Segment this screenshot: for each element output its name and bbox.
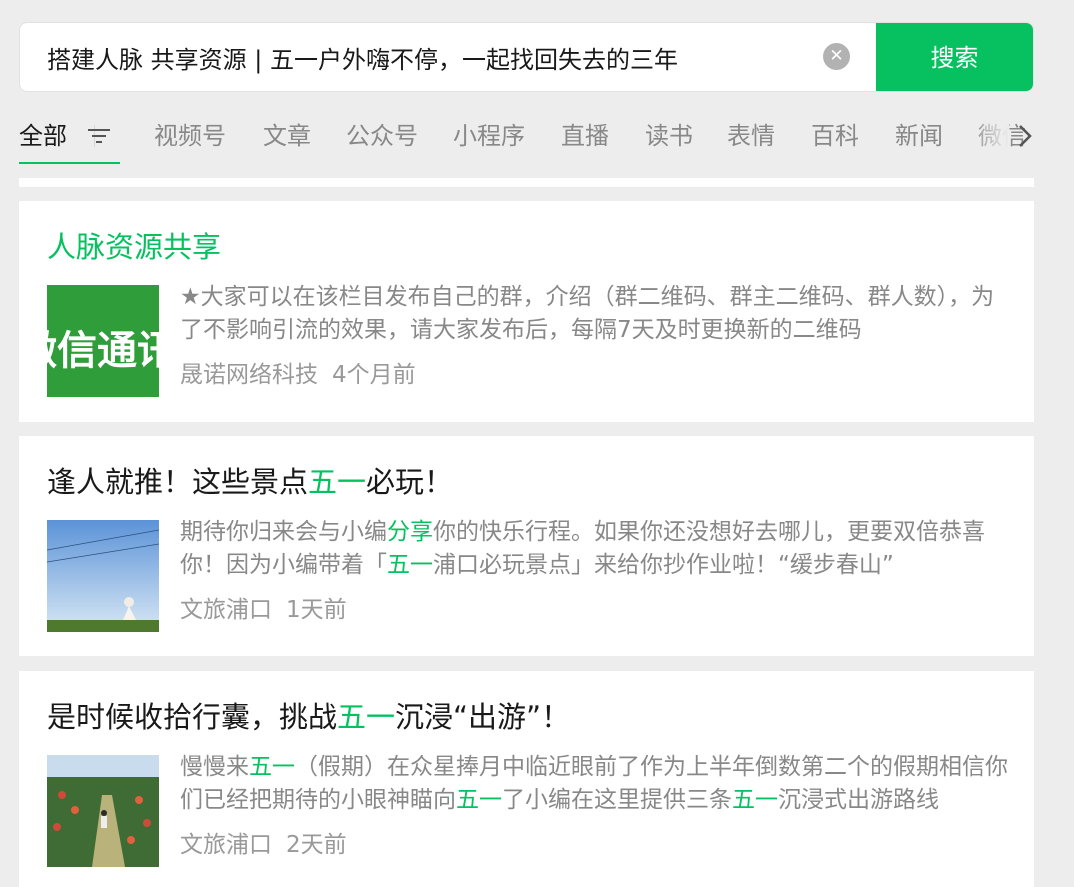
result-description: 期待你归来会与小编分享你的快乐行程。如果你还没想好去哪儿，更要双倍恭喜你！因为小…	[180, 519, 985, 578]
search-bar: ✕ 搜索	[19, 22, 1034, 92]
tab-official-accounts[interactable]: 公众号	[346, 118, 418, 154]
result-thumbnail	[47, 520, 159, 632]
tab-live[interactable]: 直播	[561, 118, 609, 154]
tab-books[interactable]: 读书	[645, 118, 693, 154]
tabs-fade	[969, 114, 1009, 164]
result-meta: 晟诺网络科技 4个月前	[180, 359, 416, 392]
tab-all[interactable]: 全部	[19, 118, 67, 154]
tab-channels[interactable]: 视频号	[154, 118, 226, 154]
result-title[interactable]: 人脉资源共享	[47, 227, 221, 267]
result-time: 4个月前	[332, 362, 416, 388]
result-description: ★大家可以在该栏目发布自己的群，介绍（群二维码、群主二维码、群人数），为了不影响…	[180, 284, 995, 343]
result-source[interactable]: 文旅浦口	[180, 832, 272, 858]
result-meta: 文旅浦口 2天前	[180, 829, 347, 862]
search-button[interactable]: 搜索	[876, 23, 1033, 91]
previous-result-card	[19, 178, 1034, 187]
result-time: 2天前	[286, 832, 347, 858]
result-card[interactable]: 人脉资源共享 微信通讯 ★大家可以在该栏目发布自己的群，介绍（群二维码、群主二维…	[19, 201, 1034, 422]
tab-articles[interactable]: 文章	[263, 118, 311, 154]
tab-encyclopedia[interactable]: 百科	[811, 118, 859, 154]
filter-icon[interactable]	[86, 124, 112, 148]
result-thumbnail: 微信通讯	[47, 285, 159, 397]
tab-news[interactable]: 新闻	[895, 118, 943, 154]
search-input[interactable]	[20, 23, 820, 91]
result-time: 1天前	[286, 597, 347, 623]
category-tabs: 全部 视频号 文章 公众号 小程序 直播 读书 表情 百科 新闻 微信	[19, 114, 1034, 164]
result-meta: 文旅浦口 1天前	[180, 594, 347, 627]
sky-photo-thumbnail	[47, 520, 159, 632]
tab-stickers[interactable]: 表情	[727, 118, 775, 154]
result-title[interactable]: 是时候收拾行囊，挑战五一沉浸“出游”！	[47, 697, 570, 737]
thumbnail-logo-text: 微信通讯	[47, 328, 159, 374]
clear-x-icon[interactable]: ✕	[823, 43, 850, 70]
result-source[interactable]: 晟诺网络科技	[180, 362, 318, 388]
result-thumbnail	[47, 755, 159, 867]
result-card[interactable]: 是时候收拾行囊，挑战五一沉浸“出游”！ 慢慢来五一（假期）在众星捧月中临近眼前了…	[19, 671, 1034, 887]
garden-photo-thumbnail	[47, 755, 159, 867]
tab-mini-programs[interactable]: 小程序	[453, 118, 525, 154]
result-title[interactable]: 逢人就推！这些景点五一必玩！	[47, 462, 453, 502]
tab-active-indicator	[19, 162, 120, 164]
search-header: ✕ 搜索 全部 视频号 文章 公众号 小程序 直播 读书 表情 百科 新闻 微信	[0, 0, 1074, 182]
result-card[interactable]: 逢人就推！这些景点五一必玩！ 期待你归来会与小编分享你的快乐行程。如果你还没想好…	[19, 436, 1034, 656]
result-description: 慢慢来五一（假期）在众星捧月中临近眼前了作为上半年倒数第二个的假期相信你们已经把…	[180, 754, 1008, 813]
result-source[interactable]: 文旅浦口	[180, 597, 272, 623]
chevron-right-icon[interactable]	[1015, 122, 1034, 150]
